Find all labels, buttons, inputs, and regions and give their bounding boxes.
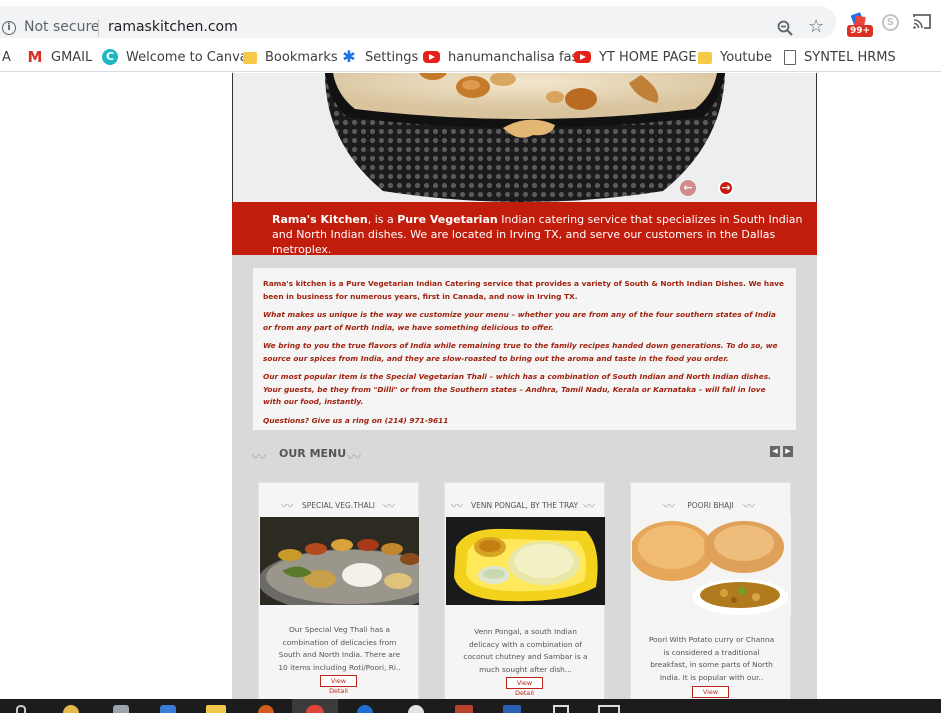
folder-icon xyxy=(698,52,712,64)
bookmark-settings[interactable]: ✱ Settings xyxy=(341,47,418,67)
gmail-icon: M xyxy=(27,48,43,66)
veg-thali-image[interactable] xyxy=(260,517,419,605)
poori-bhaji-image[interactable] xyxy=(632,517,791,615)
decorative-wave-icon: 〰 xyxy=(583,499,596,513)
intro-banner: Rama's Kitchen, is a Pure Vegetarian Ind… xyxy=(232,202,817,256)
app-icon[interactable] xyxy=(357,705,373,713)
extension-badge: 99+ xyxy=(847,25,874,37)
page-viewport[interactable]: ← → Rama's Kitchen, is a Pure Vegetarian… xyxy=(0,73,941,699)
canva-icon: C xyxy=(102,49,118,65)
app-icon[interactable] xyxy=(455,705,473,713)
bookmark-folder-youtube[interactable]: Youtube xyxy=(698,47,772,67)
about-paragraph: Our most popular item is the Special Veg… xyxy=(263,372,771,406)
bookmark-yt-home[interactable]: YT HOME PAGE xyxy=(574,47,697,67)
bookmark-label: YT HOME PAGE xyxy=(599,49,697,65)
about-paragraph: We bring to you the true flavors of Indi… xyxy=(263,341,778,363)
bookmark-label: hanumanchalisa fast xyxy=(448,49,584,65)
folder-icon xyxy=(243,52,257,64)
bookmark-label: A xyxy=(2,49,11,65)
bookmark-syntel[interactable]: SYNTEL HRMS xyxy=(784,47,896,67)
menu-header: 〰 OUR MENU 〰 ◀ ▶ xyxy=(252,445,797,466)
cast-icon[interactable] xyxy=(913,14,931,29)
security-label[interactable]: Not secure xyxy=(24,19,100,35)
skype-icon[interactable]: S xyxy=(882,14,899,31)
zoom-out-icon[interactable] xyxy=(777,20,793,36)
app-icon[interactable] xyxy=(113,705,129,713)
chrome-icon[interactable] xyxy=(306,705,324,713)
menu-card-poori-bhaji[interactable]: 〰 POORI BHAJI 〰 Poori With Potato curry … xyxy=(630,482,791,699)
card-description: Venn Pongal, a south Indian delicacy wit… xyxy=(463,627,588,674)
app-icon[interactable] xyxy=(160,705,176,713)
menu-title: OUR MENU xyxy=(279,447,347,460)
decorative-wave-icon: 〰 xyxy=(383,499,396,513)
browser-toolbar: i Not secure ramaskitchen.com ☆ 99+ S xyxy=(0,0,941,44)
search-icon[interactable] xyxy=(16,705,26,713)
youtube-icon xyxy=(423,51,440,63)
menu-card-veg-thali[interactable]: 〰 SPECIAL VEG.THALI 〰 Our Special Veg Th… xyxy=(258,482,419,699)
app-icon[interactable] xyxy=(63,705,79,713)
card-description: Poori With Potato curry or Channa is con… xyxy=(648,635,775,682)
slider-prev-icon[interactable]: ← xyxy=(680,180,696,196)
youtube-icon xyxy=(574,51,591,63)
bookmark-label: Youtube xyxy=(720,49,772,65)
app-icon[interactable] xyxy=(258,705,274,713)
page-icon xyxy=(784,49,796,65)
decorative-wave-icon: 〰 xyxy=(252,450,266,466)
banner-brand: Rama's Kitchen xyxy=(272,213,368,226)
gear-icon: ✱ xyxy=(342,47,356,66)
about-phone: Questions? Give us a ring on (214) 971-9… xyxy=(263,415,449,425)
banner-highlight: Pure Vegetarian xyxy=(397,213,498,226)
bookmark-label: Settings xyxy=(365,49,419,65)
app-icon[interactable] xyxy=(408,705,424,713)
menu-card-venn-pongal[interactable]: 〰 VENN PONGAL, BY THE TRAY 〰 Venn Pongal… xyxy=(444,482,605,699)
bookmarks-bar: A M GMAIL C Welcome to Canva Bookmarks ✱… xyxy=(0,44,941,72)
site-container: ← → Rama's Kitchen, is a Pure Vegetarian… xyxy=(232,73,817,699)
view-detail-button[interactable]: View Detail xyxy=(506,677,543,697)
bookmark-folder-bookmarks[interactable]: Bookmarks xyxy=(243,47,338,67)
venn-pongal-image[interactable] xyxy=(446,517,605,605)
about-paragraph: Rama's kitchen is a Pure Vegetarian Indi… xyxy=(263,279,785,301)
omnibox-divider xyxy=(98,19,99,37)
about-paragraph: What makes us unique is the way we custo… xyxy=(263,310,776,332)
bookmark-label: Welcome to Canva xyxy=(126,49,248,65)
decorative-wave-icon: 〰 xyxy=(347,450,361,466)
card-title: POORI BHAJI xyxy=(687,501,734,510)
view-detail-button[interactable]: View Detail xyxy=(320,675,357,695)
view-detail-button[interactable]: View Detail xyxy=(692,686,729,699)
bookmark-label: Bookmarks xyxy=(265,49,338,65)
bookmark-label: GMAIL xyxy=(51,49,93,65)
os-taskbar xyxy=(0,699,941,713)
card-title: VENN PONGAL, BY THE TRAY xyxy=(470,501,579,510)
about-section: Rama's kitchen is a Pure Vegetarian Indi… xyxy=(253,268,796,430)
bookmark-gmail[interactable]: M GMAIL xyxy=(27,47,93,67)
app-icon[interactable] xyxy=(598,705,620,713)
bookmark-canva[interactable]: C Welcome to Canva xyxy=(102,47,248,67)
carousel-next-icon[interactable]: ▶ xyxy=(783,446,793,457)
bookmark-label: SYNTEL HRMS xyxy=(804,49,896,65)
app-icon[interactable] xyxy=(553,705,569,713)
banner-middle: , is a xyxy=(367,213,394,226)
carousel-prev-icon[interactable]: ◀ xyxy=(770,446,780,457)
hero-slider: ← → xyxy=(232,73,817,202)
slider-next-icon[interactable]: → xyxy=(718,180,734,196)
card-description: Our Special Veg Thali has a combination … xyxy=(278,625,401,672)
file-explorer-icon[interactable] xyxy=(206,705,226,713)
bookmark-item[interactable]: A xyxy=(2,47,11,67)
omnibox[interactable]: i Not secure ramaskitchen.com ☆ xyxy=(0,6,836,38)
decorative-wave-icon: 〰 xyxy=(743,499,756,513)
info-icon[interactable]: i xyxy=(2,21,16,35)
word-icon[interactable] xyxy=(503,705,521,713)
url-text[interactable]: ramaskitchen.com xyxy=(108,19,238,35)
bookmark-star-icon[interactable]: ☆ xyxy=(808,18,824,36)
bookmark-hanumanchalisa[interactable]: hanumanchalisa fast xyxy=(423,47,583,67)
